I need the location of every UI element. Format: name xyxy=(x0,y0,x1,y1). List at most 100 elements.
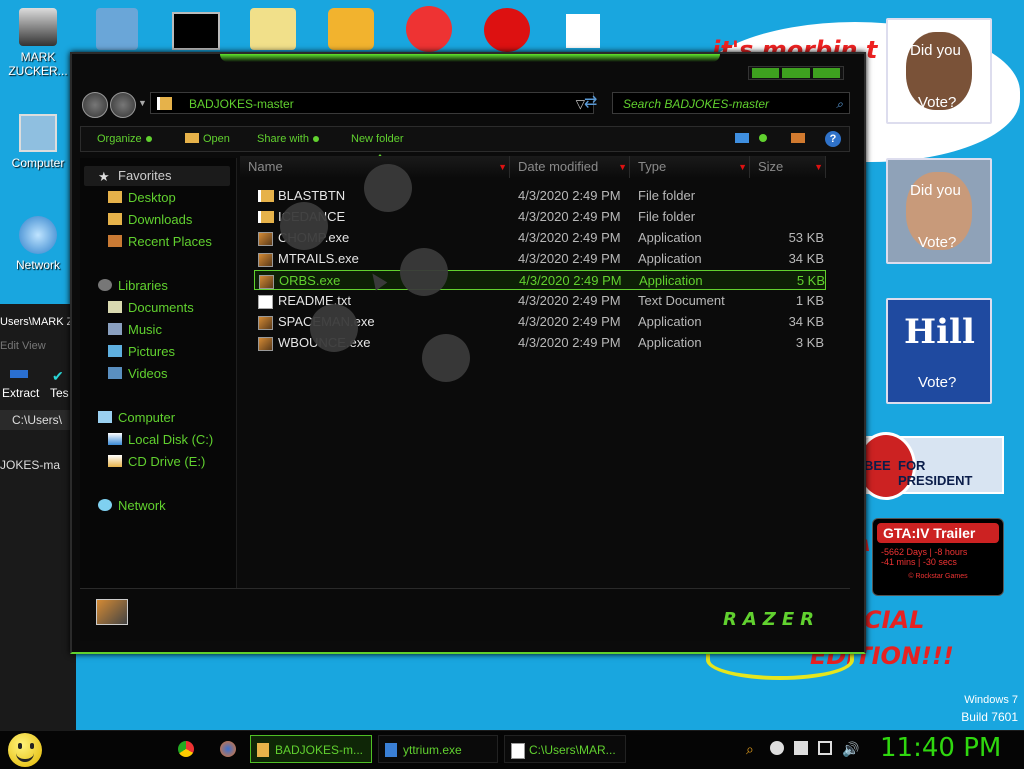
window-controls[interactable] xyxy=(748,66,844,80)
file-type: Application xyxy=(638,230,702,245)
nav-pictures[interactable]: Pictures xyxy=(108,344,175,359)
network-icon xyxy=(19,216,57,254)
share-with-button[interactable]: Share with xyxy=(257,133,319,145)
back-button[interactable] xyxy=(82,92,108,118)
file-row[interactable]: CHOMP.exe4/3/2020 2:49 PMApplication53 K… xyxy=(254,228,826,248)
file-row[interactable]: MTRAILS.exe 4/3/2020 2:49 PM Application 34… xyxy=(254,249,826,269)
angry-birds-shortcut-icon[interactable] xyxy=(328,8,374,50)
nav-cd-drive-label: CD Drive (E:) xyxy=(128,454,206,469)
file-date: 4/3/2020 2:49 PM xyxy=(518,335,621,350)
vote-line1: Did you xyxy=(910,182,961,199)
volume-tray-icon[interactable]: 🔊 xyxy=(842,741,859,757)
view-options-icon[interactable] xyxy=(735,133,749,143)
refresh-icon[interactable]: ⇄ xyxy=(584,92,597,112)
nav-videos[interactable]: Videos xyxy=(108,366,168,381)
file-size: 53 KB xyxy=(788,230,824,245)
app-shortcut-icon[interactable] xyxy=(250,8,296,50)
background-window[interactable]: Users\MARK Z Edit View ✔ Extract Tes C:\… xyxy=(0,304,76,730)
music-icon xyxy=(108,323,122,335)
huckabee-slogan: FOR PRESIDENT xyxy=(898,458,973,488)
forward-button[interactable] xyxy=(110,92,136,118)
gta-title: GTA:IV Trailer xyxy=(877,523,999,543)
desktop-icon-user[interactable]: MARK ZUCKER... xyxy=(6,8,70,78)
nav-computer[interactable]: Computer xyxy=(98,410,175,425)
flag-tray-icon[interactable] xyxy=(794,741,808,755)
file-row[interactable]: BLASTBTN 4/3/2020 2:49 PM File folder xyxy=(254,186,826,206)
extract-icon xyxy=(10,370,28,378)
column-dropdown-icon[interactable]: ▼ xyxy=(618,156,627,178)
bg-folder[interactable]: JOKES-ma xyxy=(0,458,60,472)
file-row[interactable]: ICEDANCE4/3/2020 2:49 PMFile folder xyxy=(254,207,826,227)
minimize-tray-icon[interactable] xyxy=(770,741,784,755)
preview-pane-icon[interactable] xyxy=(791,133,805,143)
column-size[interactable]: Size ▼ xyxy=(750,156,826,178)
bg-menu[interactable]: Edit View xyxy=(0,340,46,352)
extract-button[interactable]: Extract xyxy=(2,386,39,400)
new-folder-button[interactable]: New folder xyxy=(351,133,404,145)
nav-desktop[interactable]: Desktop xyxy=(108,190,176,205)
file-name: ORBS.exe xyxy=(279,273,341,288)
nav-downloads[interactable]: Downloads xyxy=(108,212,192,227)
nav-local-disk[interactable]: Local Disk (C:) xyxy=(108,432,213,447)
folder-icon xyxy=(157,97,172,110)
test-button[interactable]: Tes xyxy=(50,386,69,400)
column-dropdown-icon[interactable]: ▼ xyxy=(738,156,747,178)
close-button[interactable] xyxy=(812,68,840,78)
file-date: 4/3/2020 2:49 PM xyxy=(518,209,621,224)
column-dropdown-icon[interactable]: ▼ xyxy=(814,156,823,178)
nav-network[interactable]: Network xyxy=(98,498,166,513)
explorer-window[interactable]: ▼ BADJOKES-master ▽ ⇄ Search BADJOKES-ma… xyxy=(70,52,866,654)
orb xyxy=(280,202,328,250)
firefox-icon[interactable] xyxy=(220,741,236,757)
file-date: 4/3/2020 2:49 PM xyxy=(518,314,621,329)
nav-music[interactable]: Music xyxy=(108,322,162,337)
nav-favorites[interactable]: ★ Favorites xyxy=(84,166,230,186)
taskbar-item-cmd[interactable]: C:\Users\MAR... xyxy=(504,735,626,763)
clock[interactable]: 11:40 PM xyxy=(880,733,1001,763)
start-button[interactable] xyxy=(8,733,42,767)
address-bar[interactable]: BADJOKES-master ▽ xyxy=(150,92,594,114)
recent-places-icon xyxy=(108,235,122,247)
network-icon xyxy=(98,499,112,511)
organize-button[interactable]: Organize xyxy=(97,133,152,145)
recent-pages-icon[interactable]: ▼ xyxy=(138,98,147,108)
chrome-icon[interactable] xyxy=(178,741,194,757)
maximize-button[interactable] xyxy=(782,68,810,78)
gta-line1: -5662 Days | -8 hours xyxy=(881,547,968,557)
vote-card: Did you Vote? xyxy=(886,158,992,264)
minimize-button[interactable] xyxy=(752,68,780,78)
dropdown-dot-icon xyxy=(145,136,152,143)
edition-text-1: CIAL xyxy=(864,606,925,634)
taskbar-item-explorer[interactable]: BADJOKES-m... xyxy=(250,735,372,763)
nav-libraries[interactable]: Libraries xyxy=(98,278,168,293)
desktop-icon-network[interactable]: Network xyxy=(6,216,70,272)
nav-recent-places[interactable]: Recent Places xyxy=(108,234,212,249)
nav-cd-drive[interactable]: CD Drive (E:) xyxy=(108,454,205,469)
open-button[interactable]: Open xyxy=(203,133,230,145)
search-icon[interactable]: ⌕ xyxy=(836,93,843,115)
column-size-label: Size xyxy=(758,159,784,174)
bg-address[interactable]: C:\Users\ xyxy=(0,410,76,430)
taskbar-item-yttrium[interactable]: yttrium.exe xyxy=(378,735,498,763)
cmd-shortcut-icon[interactable] xyxy=(172,12,220,50)
gta-line2: -41 mins | -30 secs xyxy=(881,557,957,567)
help-icon[interactable]: ? xyxy=(825,131,841,147)
file-row-selected[interactable]: ORBS.exe 4/3/2020 2:49 PM Application 5 KB xyxy=(254,270,826,290)
column-dropdown-icon[interactable]: ▼ xyxy=(498,156,507,178)
view-dropdown-icon[interactable] xyxy=(759,134,767,142)
search-tray-icon[interactable]: ⌕ xyxy=(746,741,760,757)
vote-card: Did you Vote? xyxy=(886,18,992,124)
file-size: 1 KB xyxy=(795,293,824,308)
desktop-icon-computer[interactable]: Computer xyxy=(6,114,70,170)
network-tray-icon[interactable] xyxy=(818,741,832,755)
column-date[interactable]: Date modified ▼ xyxy=(510,156,630,178)
nav-documents[interactable]: Documents xyxy=(108,300,194,315)
column-type[interactable]: Type ▼ xyxy=(630,156,750,178)
search-input[interactable]: Search BADJOKES-master ⌕ xyxy=(612,92,850,114)
column-date-label: Date modified xyxy=(518,159,599,174)
app-shortcut-icon[interactable] xyxy=(566,14,600,48)
nav-libraries-label: Libraries xyxy=(118,278,168,293)
app-shortcut-icon[interactable] xyxy=(406,6,452,52)
devcpp-shortcut-icon[interactable] xyxy=(484,8,530,52)
app-shortcut-icon[interactable] xyxy=(96,8,138,50)
